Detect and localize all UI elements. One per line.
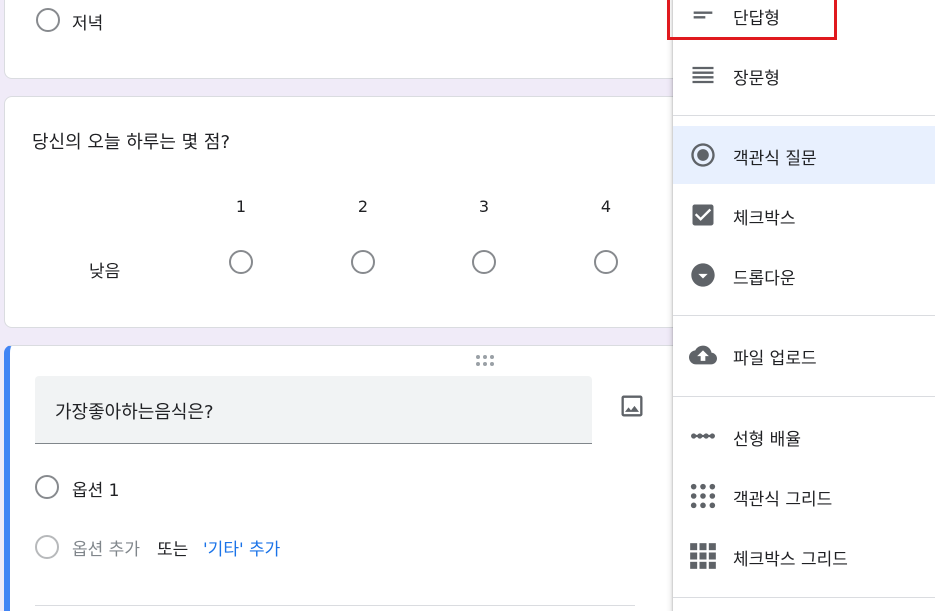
menu-item-file-upload[interactable]: 파일 업로드 — [673, 326, 935, 384]
card-divider — [35, 605, 635, 606]
drag-handle-icon[interactable] — [476, 355, 496, 367]
menu-item-label: 객관식 그리드 — [733, 490, 833, 510]
menu-item-label: 드롭다운 — [733, 269, 796, 289]
menu-divider — [673, 396, 935, 397]
scale-number: 4 — [600, 197, 612, 216]
grid-squares-icon — [689, 542, 717, 570]
scale-radio-2[interactable] — [351, 250, 375, 274]
scale-number: 2 — [357, 197, 369, 216]
add-image-icon[interactable] — [618, 392, 646, 420]
menu-item-label: 장문형 — [733, 69, 780, 89]
question-title-input[interactable]: 가장좋아하는음식은? — [35, 376, 592, 444]
menu-item-multiple-choice[interactable]: 객관식 질문 — [673, 126, 935, 184]
menu-item-paragraph[interactable]: 장문형 — [673, 46, 935, 104]
menu-divider — [673, 597, 935, 598]
menu-item-multiple-choice-grid[interactable]: 객관식 그리드 — [673, 467, 935, 525]
menu-item-dropdown[interactable]: 드롭다운 — [673, 246, 935, 304]
add-option-button[interactable]: 옵션 추가 — [72, 535, 140, 560]
dropdown-icon — [689, 261, 717, 289]
question-card-previous: 저녁 — [4, 0, 704, 79]
menu-divider — [673, 315, 935, 316]
menu-item-checkbox[interactable]: 체크박스 — [673, 186, 935, 244]
highlight-box — [667, 0, 837, 40]
option-1-label[interactable]: 옵션 1 — [72, 476, 120, 501]
scale-radio-1[interactable] — [229, 250, 253, 274]
scale-low-label: 낮음 — [89, 262, 121, 282]
menu-item-linear-scale[interactable]: 선형 배율 — [673, 407, 935, 465]
menu-item-label: 파일 업로드 — [733, 349, 817, 369]
menu-item-label: 체크박스 — [733, 209, 796, 229]
scale-radio-4[interactable] — [594, 250, 618, 274]
or-text: 또는 — [157, 540, 189, 560]
option-radio[interactable] — [36, 8, 60, 32]
question-title-text: 가장좋아하는음식은? — [55, 402, 214, 423]
question-type-menu: 단답형 장문형 객관식 질문 체크박스 드롭다운 파일 업로드 선형 배율 객관… — [673, 0, 948, 611]
radio-button-icon — [689, 141, 717, 169]
menu-divider — [673, 115, 935, 116]
scale-number: 3 — [478, 197, 490, 216]
option-radio[interactable] — [35, 475, 59, 499]
menu-item-label: 체크박스 그리드 — [733, 550, 848, 570]
scale-radio-3[interactable] — [472, 250, 496, 274]
paragraph-icon — [689, 61, 717, 89]
cloud-upload-icon — [689, 341, 717, 369]
linear-scale-icon — [689, 422, 717, 450]
menu-item-label: 객관식 질문 — [733, 149, 817, 169]
scale-number: 1 — [235, 197, 247, 216]
option-label: 저녁 — [72, 14, 104, 34]
add-other-button[interactable]: '기타' 추가 — [203, 535, 280, 560]
grid-dots-icon — [689, 482, 717, 510]
menu-item-label: 선형 배율 — [733, 430, 801, 450]
menu-item-checkbox-grid[interactable]: 체크박스 그리드 — [673, 527, 935, 585]
question-title: 당신의 오늘 하루는 몇 점? — [32, 132, 231, 153]
checkbox-icon — [689, 201, 717, 229]
add-option-radio — [35, 535, 59, 559]
